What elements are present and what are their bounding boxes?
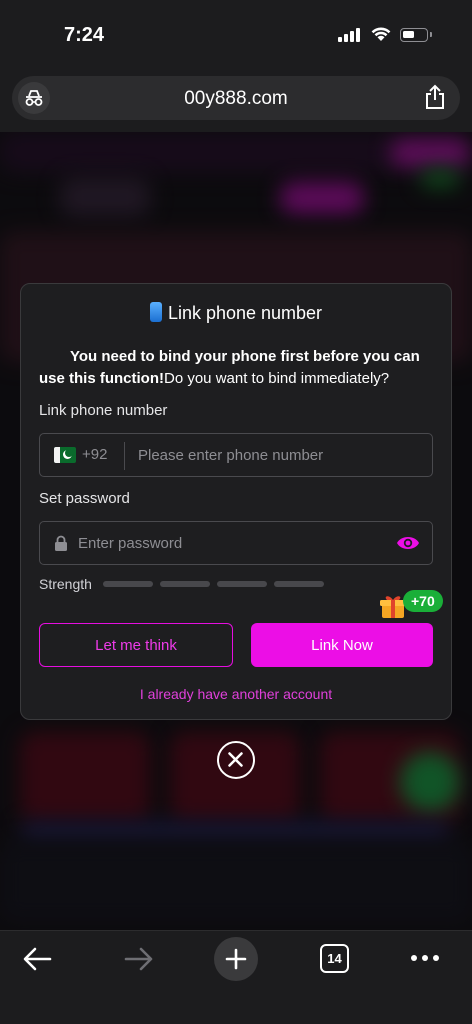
status-bar: 7:24 xyxy=(0,0,472,70)
lock-icon xyxy=(55,535,67,551)
address-bar[interactable]: 00y888.com xyxy=(12,76,460,120)
battery-icon xyxy=(400,28,432,42)
tab-count-button[interactable]: 14 xyxy=(320,944,349,973)
dialog-title: Link phone number xyxy=(21,302,451,324)
dialog-message: You need to bind your phone first before… xyxy=(39,346,433,390)
password-input[interactable] xyxy=(78,522,388,564)
field-divider xyxy=(124,442,125,470)
eye-icon[interactable] xyxy=(396,534,420,552)
strength-bar xyxy=(274,581,324,587)
close-dialog-button[interactable] xyxy=(217,741,255,779)
let-me-think-button[interactable]: Let me think xyxy=(39,623,233,667)
mobile-phone-icon xyxy=(149,302,162,322)
plus-icon xyxy=(225,948,247,970)
phone-input[interactable] xyxy=(138,434,418,476)
status-time: 7:24 xyxy=(64,24,105,46)
browser-address-area: 00y888.com xyxy=(0,70,472,132)
share-icon[interactable] xyxy=(424,84,446,110)
dialog-message-rest: Do you want to bind immediately? xyxy=(164,370,390,387)
strength-bar xyxy=(160,581,210,587)
another-account-link[interactable]: I already have another account xyxy=(21,686,451,702)
url-text[interactable]: 00y888.com xyxy=(12,88,460,110)
more-dots-icon[interactable] xyxy=(410,953,440,963)
cellular-signal-icon xyxy=(338,28,362,42)
forward-arrow-icon[interactable] xyxy=(122,945,154,973)
phone-field: +92 xyxy=(39,433,433,477)
password-label: Set password xyxy=(39,490,130,507)
bonus-badge: +70 xyxy=(403,590,443,612)
strength-bar xyxy=(103,581,153,587)
link-now-button[interactable]: Link Now xyxy=(251,623,433,667)
password-field xyxy=(39,521,433,565)
browser-toolbar: 14 xyxy=(0,930,472,1024)
pakistan-flag-icon[interactable] xyxy=(54,447,76,463)
back-arrow-icon[interactable] xyxy=(22,945,54,973)
close-icon xyxy=(228,752,243,767)
strength-label: Strength xyxy=(39,576,92,592)
country-code[interactable]: +92 xyxy=(82,446,107,463)
link-phone-dialog: Link phone number You need to bind your … xyxy=(20,283,452,720)
wifi-icon xyxy=(371,27,391,41)
phone-label: Link phone number xyxy=(39,402,168,419)
new-tab-button[interactable] xyxy=(214,937,258,981)
strength-bar xyxy=(217,581,267,587)
